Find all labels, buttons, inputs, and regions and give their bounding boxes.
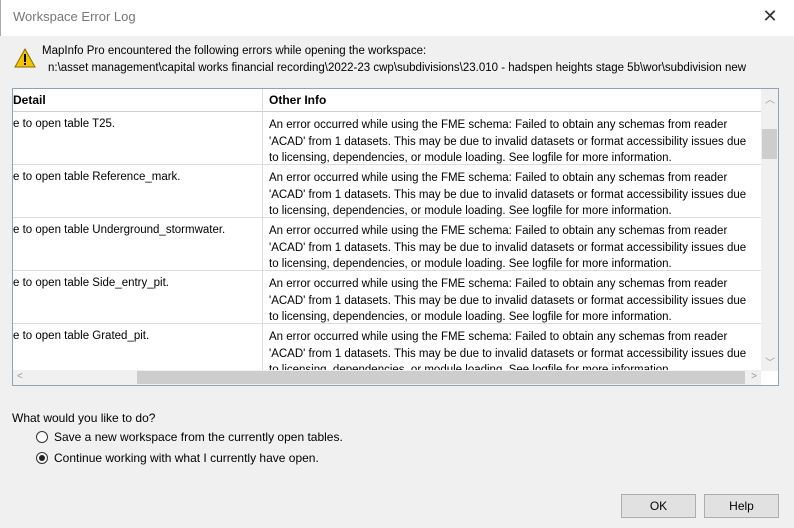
close-icon[interactable]: ✕	[760, 6, 780, 27]
detail-cell: e to open table Side_entry_pit.	[13, 277, 170, 289]
table-row[interactable]: e to open table Underground_stormwater. A…	[13, 218, 761, 271]
error-grid[interactable]: Detail Other Info e to open table T25. An…	[12, 88, 779, 386]
workspace-path: n:\asset management\capital works financ…	[48, 62, 747, 74]
other-info-cell: An error occurred while using the FME sc…	[269, 225, 747, 270]
option-continue-working[interactable]: Continue working with what I currently h…	[36, 451, 319, 465]
scroll-up-icon[interactable]: ︿	[765, 91, 775, 106]
table-row[interactable]: e to open table T25. An error occurred wh…	[13, 112, 761, 165]
scroll-left-icon[interactable]: <	[17, 371, 23, 382]
column-divider[interactable]	[262, 89, 263, 370]
grid-header: Detail Other Info	[13, 89, 761, 112]
title-bar: Workspace Error Log ✕	[0, 0, 794, 36]
warning-icon	[14, 48, 36, 68]
option-label: Continue working with what I currently h…	[54, 451, 319, 465]
detail-cell: e to open table T25.	[13, 118, 116, 130]
window-title: Workspace Error Log	[13, 9, 136, 24]
message-line: MapInfo Pro encountered the following er…	[42, 45, 427, 57]
option-label: Save a new workspace from the currently …	[54, 430, 343, 444]
horizontal-scroll-thumb[interactable]	[137, 371, 745, 384]
ok-button[interactable]: OK	[621, 494, 696, 518]
scroll-down-icon[interactable]: ﹀	[765, 354, 775, 369]
detail-cell: e to open table Grated_pit.	[13, 330, 150, 342]
option-save-workspace[interactable]: Save a new workspace from the currently …	[36, 430, 343, 444]
vertical-scroll-thumb[interactable]	[762, 129, 777, 159]
column-header-detail[interactable]: Detail	[13, 93, 46, 107]
column-header-other-info[interactable]: Other Info	[269, 93, 326, 107]
scroll-right-icon[interactable]: >	[751, 371, 757, 382]
other-info-cell: An error occurred while using the FME sc…	[269, 278, 747, 323]
horizontal-scrollbar[interactable]: < >	[13, 370, 761, 385]
detail-cell: e to open table Underground_stormwater.	[13, 224, 226, 236]
question-label: What would you like to do?	[12, 411, 156, 425]
other-info-cell: An error occurred while using the FME sc…	[269, 119, 747, 164]
vertical-scrollbar[interactable]: ︿ ﹀	[761, 89, 778, 371]
table-row[interactable]: e to open table Reference_mark. An error …	[13, 165, 761, 218]
detail-cell: e to open table Reference_mark.	[13, 171, 181, 183]
help-button[interactable]: Help	[704, 494, 779, 518]
error-message: MapInfo Pro encountered the following er…	[42, 43, 784, 77]
radio-continue-working[interactable]	[36, 452, 48, 464]
table-row[interactable]: e to open table Side_entry_pit. An error …	[13, 271, 761, 324]
other-info-cell: An error occurred while using the FME sc…	[269, 172, 747, 217]
radio-save-workspace[interactable]	[36, 431, 48, 443]
